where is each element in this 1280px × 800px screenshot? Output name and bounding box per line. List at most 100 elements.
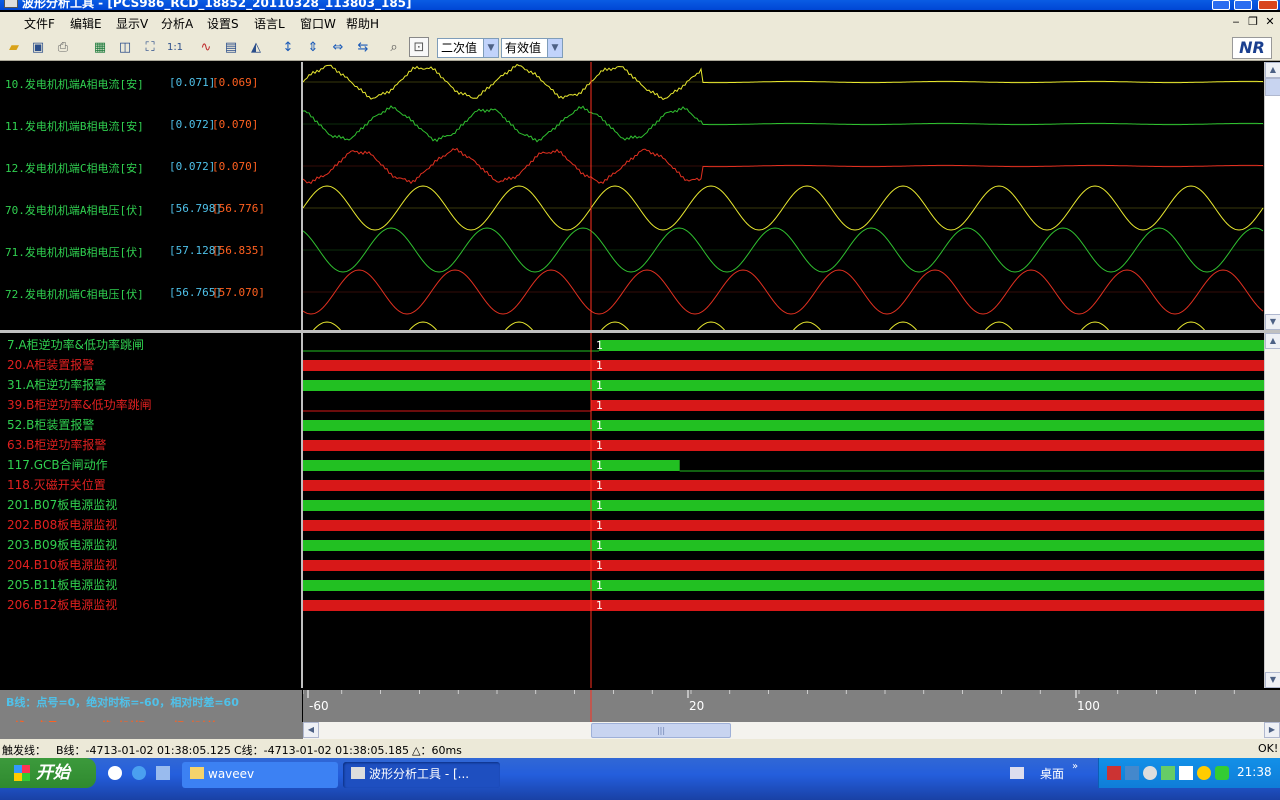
scroll-thumb[interactable]: ||| xyxy=(591,723,731,738)
vector-icon[interactable]: ◭ xyxy=(246,37,266,57)
tray-app-icon[interactable] xyxy=(1161,766,1175,780)
cursor-state-value: 1 xyxy=(596,439,603,452)
digital-label-panel: 7.A柜逆功率&低功率跳闸 20.A柜装置报警 31.A柜逆功率报警 39.B柜逆功率… xyxy=(0,333,301,688)
digital-channel-label[interactable]: 52.B柜装置报警 xyxy=(7,416,94,433)
task-waveev[interactable]: waveev xyxy=(182,762,338,788)
harmonic-icon[interactable]: ▤ xyxy=(221,37,241,57)
digital-bar-high xyxy=(303,480,592,491)
print-icon[interactable]: ⎙ xyxy=(53,37,73,57)
digital-bar-high xyxy=(303,460,680,471)
desktop-toolbar-label[interactable]: 桌面 xyxy=(1040,765,1064,782)
digital-bar-high xyxy=(591,600,1264,611)
time-axis: -60 20 100 xyxy=(303,690,1265,722)
scroll-right-icon[interactable]: ▶ xyxy=(1264,722,1280,738)
horizontal-scrollbar[interactable]: ◀ ||| ▶ xyxy=(303,722,1280,739)
scroll-left-icon[interactable]: ◀ xyxy=(303,722,319,738)
one-to-one-icon[interactable]: 1:1 xyxy=(165,37,185,57)
analog-channel-row[interactable]: 72.发电机机端C相电压[伏] [56.765] [57.070] xyxy=(5,286,265,302)
digital-channel-label[interactable]: 117.GCB合闸动作 xyxy=(7,456,108,473)
analog-waveform-area[interactable] xyxy=(303,62,1264,330)
save-icon[interactable]: ▣ xyxy=(28,37,48,57)
cursor-state-value: 1 xyxy=(596,399,603,412)
analog-channel-row[interactable]: 12.发电机机端C相电流[安] [0.072] [0.070] xyxy=(5,160,258,176)
b-line-time: B线：-4713-01-02 01:38:05.125 xyxy=(56,744,231,757)
digital-vertical-scrollbar[interactable]: ▲ ▼ xyxy=(1264,333,1280,688)
cursor-state-value: 1 xyxy=(596,339,603,352)
digital-channel-label[interactable]: 20.A柜装置报警 xyxy=(7,356,94,373)
menu-window[interactable]: 窗口W xyxy=(300,15,336,32)
mdi-close-button[interactable]: ✕ xyxy=(1262,15,1278,29)
tray-update-icon[interactable] xyxy=(1197,766,1211,780)
channel-color-icon[interactable]: ▦ xyxy=(90,37,110,57)
digital-channel-label[interactable]: 202.B08板电源监视 xyxy=(7,516,117,533)
app-window-icon xyxy=(351,767,365,779)
scroll-thumb[interactable] xyxy=(1265,78,1280,96)
digital-bar-high xyxy=(303,580,592,591)
menu-analyze[interactable]: 分析A xyxy=(161,15,193,32)
chevron-right-icon[interactable]: » xyxy=(1072,761,1078,772)
quicklaunch-browser-icon[interactable] xyxy=(132,766,146,780)
digital-channel-label[interactable]: 31.A柜逆功率报警 xyxy=(7,376,106,393)
wave-icon[interactable]: ∿ xyxy=(196,37,216,57)
zoom-out-horizontal-icon[interactable]: ⇆ xyxy=(353,37,373,57)
digital-channel-label[interactable]: 203.B09板电源监视 xyxy=(7,536,117,553)
tray-display-icon[interactable] xyxy=(1125,766,1139,780)
analog-channel-row[interactable]: 70.发电机机端A相电压[伏] [56.798] [56.776] xyxy=(5,202,265,218)
tray-shield-icon[interactable] xyxy=(1215,766,1229,780)
zoom-out-vertical-icon[interactable]: ⇕ xyxy=(303,37,323,57)
digital-waveform-area[interactable]: 1 1 1 1 1 1 1 1 1 1 1 1 1 1 xyxy=(303,333,1264,688)
digital-channel-label[interactable]: 63.B柜逆功率报警 xyxy=(7,436,106,453)
digital-bar-high xyxy=(303,520,592,531)
measure-type-select[interactable]: 有效值 ▼ xyxy=(501,38,563,58)
quicklaunch-ie-icon[interactable] xyxy=(108,766,122,780)
maximize-button[interactable] xyxy=(1234,0,1252,10)
menu-edit[interactable]: 编辑E xyxy=(70,15,102,32)
scroll-down-icon[interactable]: ▼ xyxy=(1265,672,1280,688)
keyboard-icon[interactable] xyxy=(1010,767,1024,779)
digital-channel-label[interactable]: 201.B07板电源监视 xyxy=(7,496,117,513)
zoom-in-horizontal-icon[interactable]: ⇔ xyxy=(328,37,348,57)
tray-tool-icon[interactable] xyxy=(1179,766,1193,780)
measure-type-value: 有效值 xyxy=(505,41,542,55)
preview-icon[interactable]: ◫ xyxy=(115,37,135,57)
open-icon[interactable]: ▰ xyxy=(4,37,24,57)
quicklaunch-app-icon[interactable] xyxy=(156,766,170,780)
system-tray: 21:38 xyxy=(1098,758,1280,788)
tray-speaker-icon[interactable] xyxy=(1143,766,1157,780)
menu-settings[interactable]: 设置S xyxy=(207,15,239,32)
channel-label: 70.发电机机端A相电压[伏] xyxy=(5,204,144,217)
digital-channel-label[interactable]: 39.B柜逆功率&低功率跳闸 xyxy=(7,396,152,413)
digital-channel-label[interactable]: 206.B12板电源监视 xyxy=(7,596,117,613)
analog-channel-row[interactable]: 71.发电机机端B相电压[伏] [57.128] [56.835] xyxy=(5,244,265,260)
c-cursor-value: [56.776] xyxy=(212,202,265,215)
scroll-down-icon[interactable]: ▼ xyxy=(1265,314,1280,330)
digital-channel-label[interactable]: 7.A柜逆功率&低功率跳闸 xyxy=(7,336,144,353)
value-type-select[interactable]: 二次值 ▼ xyxy=(437,38,499,58)
minimize-button[interactable] xyxy=(1212,0,1230,10)
find-icon[interactable]: ⌕ xyxy=(384,37,404,57)
close-button[interactable] xyxy=(1258,0,1278,10)
menu-view[interactable]: 显示V xyxy=(116,15,148,32)
digital-channel-label[interactable]: 204.B10板电源监视 xyxy=(7,556,117,573)
analog-channel-row[interactable]: 10.发电机机端A相电流[安] [0.071] [0.069] xyxy=(5,76,258,92)
cursor-state-value: 1 xyxy=(596,479,603,492)
b-cursor-value: [0.072] xyxy=(169,118,216,131)
fit-icon[interactable]: ⛶ xyxy=(140,37,160,57)
scroll-up-icon[interactable]: ▲ xyxy=(1265,62,1280,78)
select-icon[interactable]: ⊡ xyxy=(409,37,429,57)
digital-bar-high xyxy=(591,380,1264,391)
window-title: 波形分析工具 - [PCS986_RCD_18852_20110328_1138… xyxy=(22,0,412,10)
mdi-restore-button[interactable]: ❐ xyxy=(1245,15,1261,29)
zoom-in-vertical-icon[interactable]: ↕ xyxy=(278,37,298,57)
analog-channel-row[interactable]: 11.发电机机端B相电流[安] [0.072] [0.070] xyxy=(5,118,258,134)
digital-channel-label[interactable]: 205.B11板电源监视 xyxy=(7,576,117,593)
analog-vertical-scrollbar[interactable]: ▲ ▼ xyxy=(1264,62,1280,330)
scroll-up-icon[interactable]: ▲ xyxy=(1265,333,1280,349)
mdi-minimize-button[interactable]: ‒ xyxy=(1228,15,1244,29)
menu-language[interactable]: 语言L xyxy=(254,15,285,32)
task-wave-analyzer[interactable]: 波形分析工具 - [... xyxy=(343,762,500,788)
menu-help[interactable]: 帮助H xyxy=(346,15,379,32)
tray-network-icon[interactable] xyxy=(1107,766,1121,780)
menu-file[interactable]: 文件F xyxy=(24,15,55,32)
digital-channel-label[interactable]: 118.灭磁开关位置 xyxy=(7,476,106,493)
